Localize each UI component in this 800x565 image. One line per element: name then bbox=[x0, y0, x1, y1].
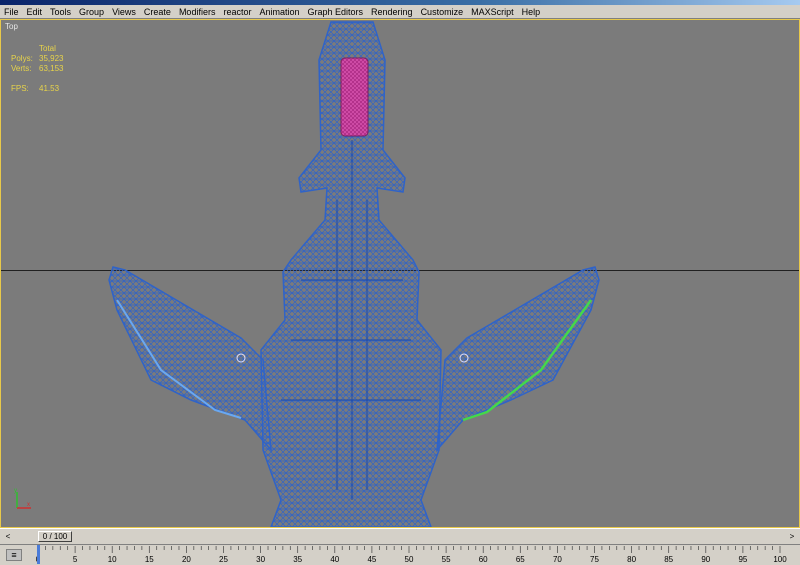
frame-tick-label: 75 bbox=[590, 555, 599, 564]
frame-tick-label: 30 bbox=[256, 555, 265, 564]
left-wing bbox=[108, 266, 272, 453]
frame-tick-label: 20 bbox=[182, 555, 191, 564]
current-frame-marker bbox=[37, 545, 40, 564]
frame-tick-label: 80 bbox=[627, 555, 636, 564]
menu-file[interactable]: File bbox=[0, 5, 23, 19]
frame-tick-label: 50 bbox=[405, 555, 414, 564]
menu-reactor[interactable]: reactor bbox=[219, 5, 255, 19]
track-bar[interactable]: ≡ 05101520253035404550556065707580859095… bbox=[0, 544, 800, 564]
frame-tick-label: 45 bbox=[367, 555, 376, 564]
menu-maxscript[interactable]: MAXScript bbox=[467, 5, 518, 19]
frame-tick-label: 85 bbox=[664, 555, 673, 564]
frame-tick-label: 60 bbox=[479, 555, 488, 564]
menu-views[interactable]: Views bbox=[108, 5, 140, 19]
frame-tick-label: 65 bbox=[516, 555, 525, 564]
frame-tick-label: 15 bbox=[145, 555, 154, 564]
menu-modifiers[interactable]: Modifiers bbox=[175, 5, 220, 19]
menu-edit[interactable]: Edit bbox=[23, 5, 47, 19]
frame-tick-label: 10 bbox=[108, 555, 117, 564]
menu-bar: File Edit Tools Group Views Create Modif… bbox=[0, 5, 800, 19]
frame-tick-label: 5 bbox=[73, 555, 78, 564]
frame-ticks: 0510152025303540455055606570758085909510… bbox=[36, 545, 787, 564]
frame-tick-label: 55 bbox=[442, 555, 451, 564]
menu-customize[interactable]: Customize bbox=[417, 5, 468, 19]
svg-text:y: y bbox=[14, 488, 17, 494]
next-frame-button[interactable]: > bbox=[786, 531, 798, 542]
jet-wireframe-model[interactable] bbox=[1, 20, 799, 527]
time-slider-thumb[interactable]: 0 / 100 bbox=[38, 531, 72, 542]
frame-tick-label: 25 bbox=[219, 555, 228, 564]
top-viewport[interactable]: Top Total Polys: 35,923 Verts: 63,153 FPS:… bbox=[0, 19, 800, 528]
menu-tools[interactable]: Tools bbox=[46, 5, 75, 19]
prev-frame-button[interactable]: < bbox=[2, 531, 14, 542]
frame-tick-label: 35 bbox=[293, 555, 302, 564]
frame-tick-label: 90 bbox=[701, 555, 710, 564]
frame-tick-label: 100 bbox=[773, 555, 787, 564]
frame-tick-label: 70 bbox=[553, 555, 562, 564]
menu-create[interactable]: Create bbox=[140, 5, 175, 19]
menu-rendering[interactable]: Rendering bbox=[367, 5, 417, 19]
cockpit-canopy bbox=[340, 57, 369, 137]
frame-tick-label: 40 bbox=[330, 555, 339, 564]
frame-tick-label: 95 bbox=[738, 555, 747, 564]
menu-group[interactable]: Group bbox=[75, 5, 108, 19]
menu-help[interactable]: Help bbox=[518, 5, 545, 19]
menu-animation[interactable]: Animation bbox=[255, 5, 303, 19]
time-slider-bar: < 0 / 100 > bbox=[0, 528, 800, 544]
menu-graph-editors[interactable]: Graph Editors bbox=[304, 5, 368, 19]
right-wing bbox=[436, 266, 600, 453]
axis-tripod-icon: y x bbox=[14, 488, 31, 509]
svg-text:x: x bbox=[27, 502, 30, 508]
